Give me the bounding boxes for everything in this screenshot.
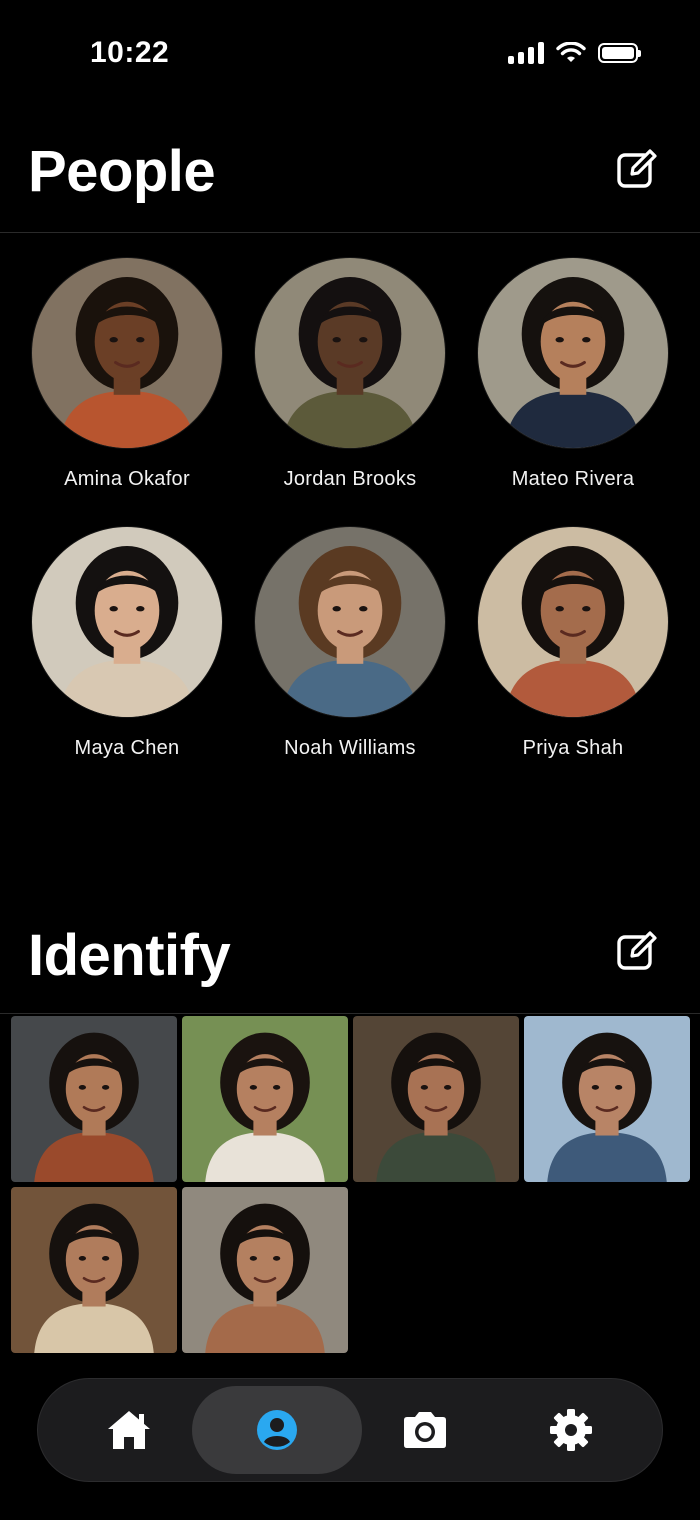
person-name: Maya Chen xyxy=(74,737,180,759)
person-name: Mateo Rivera xyxy=(511,468,635,490)
person-card[interactable]: Amina Okafor xyxy=(16,258,238,491)
home-icon xyxy=(108,1411,150,1449)
status-icons xyxy=(508,42,641,64)
person-card[interactable]: Noah Williams xyxy=(239,527,461,760)
identify-photo[interactable] xyxy=(182,1187,348,1353)
person-card[interactable]: Priya Shah xyxy=(462,527,684,760)
identify-photo[interactable] xyxy=(524,1016,690,1182)
person-name: Noah Williams xyxy=(284,737,416,759)
person-name: Amina Okafor xyxy=(64,468,190,490)
camera-icon xyxy=(404,1412,446,1448)
people-divider xyxy=(0,232,700,233)
edit-square-icon[interactable] xyxy=(616,148,658,190)
avatar[interactable] xyxy=(478,527,668,717)
cellular-signal-icon xyxy=(508,42,544,64)
identify-divider xyxy=(0,1013,700,1014)
people-header: People xyxy=(0,130,700,210)
person-name: Jordan Brooks xyxy=(283,468,417,490)
identify-photo[interactable] xyxy=(11,1187,177,1353)
gear-icon xyxy=(550,1409,592,1451)
tab-home[interactable] xyxy=(94,1386,164,1474)
status-bar: 10:22 xyxy=(0,0,700,110)
identify-photo[interactable] xyxy=(11,1016,177,1182)
avatar[interactable] xyxy=(32,258,222,448)
battery-icon xyxy=(598,43,641,63)
identify-photo[interactable] xyxy=(353,1016,519,1182)
tab-people[interactable] xyxy=(192,1386,362,1474)
person-circle-icon xyxy=(257,1410,297,1450)
person-card[interactable]: Mateo Rivera xyxy=(462,258,684,491)
avatar[interactable] xyxy=(255,527,445,717)
status-time: 10:22 xyxy=(90,36,170,69)
identify-photo[interactable] xyxy=(182,1016,348,1182)
person-card[interactable]: Jordan Brooks xyxy=(239,258,461,491)
person-card[interactable]: Maya Chen xyxy=(16,527,238,760)
identify-header: Identify xyxy=(0,912,700,992)
people-title: People xyxy=(28,139,216,204)
wifi-icon xyxy=(556,42,586,62)
tab-settings[interactable] xyxy=(536,1386,606,1474)
avatar[interactable] xyxy=(32,527,222,717)
tab-bar xyxy=(37,1378,663,1482)
edit-square-icon[interactable] xyxy=(616,930,658,972)
avatar[interactable] xyxy=(255,258,445,448)
person-name: Priya Shah xyxy=(522,737,624,759)
identify-title: Identify xyxy=(28,923,231,988)
avatar[interactable] xyxy=(478,258,668,448)
tab-camera[interactable] xyxy=(390,1386,460,1474)
